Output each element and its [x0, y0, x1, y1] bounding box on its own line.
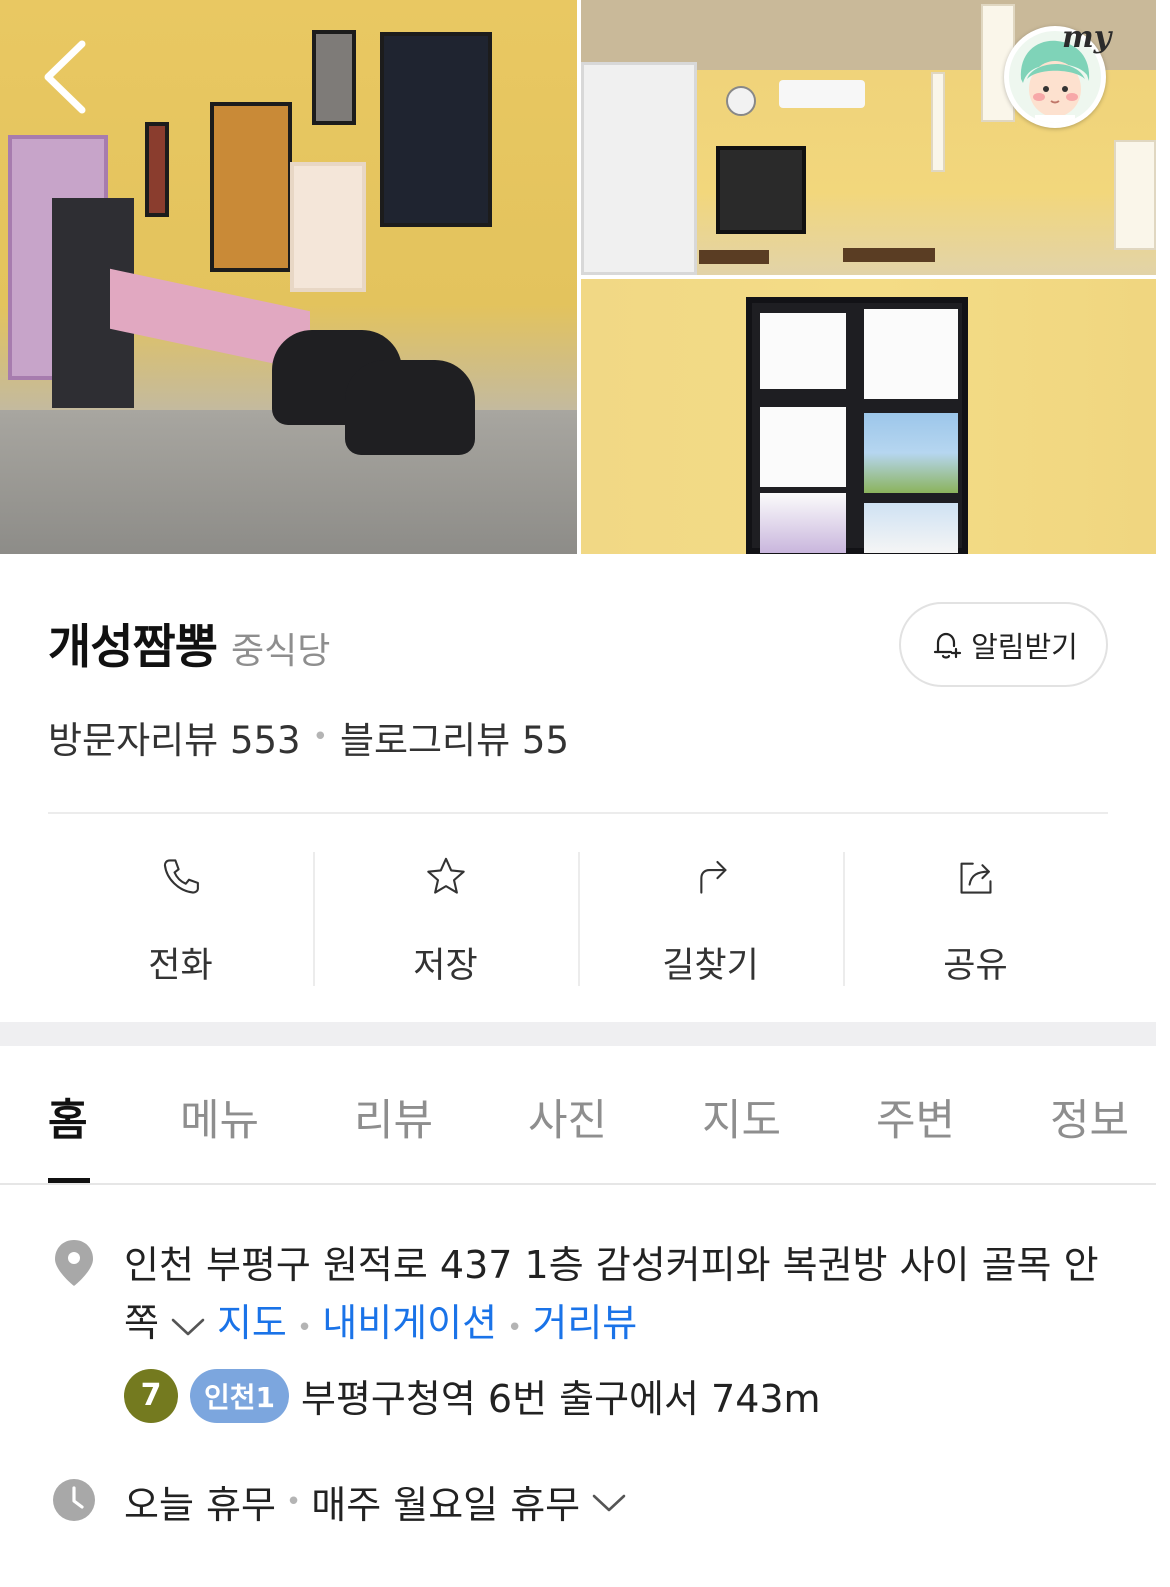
share-label: 공유	[943, 946, 1008, 986]
action-bar: 전화 저장 길찾기 공유	[48, 848, 1108, 988]
tab-photos[interactable]: 사진	[528, 1086, 607, 1148]
clock-icon	[52, 1478, 96, 1526]
photo-pane	[864, 503, 958, 553]
subway-distance: 부평구청역 6번 출구에서 743m	[301, 1377, 821, 1421]
divider	[0, 1183, 1156, 1185]
photo-painting	[312, 30, 356, 125]
visitor-review-count[interactable]: 방문자리뷰 553	[48, 710, 301, 764]
photo-floor	[0, 410, 577, 554]
call-button[interactable]: 전화	[48, 848, 313, 988]
window-photo[interactable]	[581, 279, 1156, 554]
photo-painting	[210, 102, 292, 272]
photo-table	[843, 248, 935, 262]
photo-table	[699, 250, 769, 264]
regular-closing: 매주 월요일 휴무	[311, 1483, 581, 1527]
photo-clock	[726, 86, 756, 116]
directions-icon	[699, 860, 727, 894]
separator-dot: •	[285, 1486, 302, 1517]
today-status: 오늘 휴무	[124, 1483, 276, 1527]
line-7-badge: 7	[124, 1368, 178, 1423]
address-block: 인천 부평구 원적로 437 1층 감성커피와 복권방 사이 골목 안쪽 지도 • 내…	[124, 1236, 1114, 1357]
business-hours[interactable]: 오늘 휴무 • 매주 월요일 휴무	[124, 1474, 638, 1529]
location-pin-icon	[52, 1238, 96, 1292]
my-label: my	[1062, 20, 1112, 55]
tab-map[interactable]: 지도	[702, 1086, 781, 1148]
star-icon	[426, 857, 465, 894]
tab-menu[interactable]: 메뉴	[180, 1086, 259, 1148]
photo-pane	[760, 493, 846, 553]
place-title: 개성짬뽕 중식당	[48, 608, 330, 677]
tab-info[interactable]: 정보	[1050, 1086, 1129, 1148]
chevron-left-icon	[44, 40, 86, 114]
navigation-link[interactable]: 내비게이션	[322, 1301, 497, 1345]
separator-dot: •	[507, 1313, 523, 1343]
place-category: 중식당	[230, 631, 331, 672]
tab-bar: 홈 메뉴 리뷰 사진 지도 주변 정보	[0, 1046, 1156, 1186]
photo-painting	[145, 122, 169, 217]
photo-chair	[345, 360, 475, 455]
photo-painting	[290, 162, 366, 292]
bell-plus-icon	[934, 632, 962, 659]
save-button[interactable]: 저장	[313, 848, 578, 988]
street-view-link[interactable]: 거리뷰	[532, 1301, 637, 1345]
photo-poster	[931, 72, 945, 172]
save-label: 저장	[413, 946, 478, 986]
chevron-down-icon[interactable]	[169, 1314, 207, 1338]
photo-gallery: my	[0, 0, 1170, 554]
review-summary: 방문자리뷰 553 • 블로그리뷰 55	[48, 710, 569, 764]
place-name: 개성짬뽕	[48, 620, 218, 675]
incheon1-badge: 인천1	[190, 1368, 290, 1423]
section-separator	[0, 1022, 1156, 1046]
separator-dot: •	[296, 1313, 313, 1343]
photo-poster	[1114, 140, 1156, 250]
divider	[48, 812, 1108, 814]
photo-pane	[760, 313, 846, 389]
alert-button[interactable]: 알림받기	[899, 602, 1108, 687]
photo-painting	[380, 32, 492, 227]
back-button[interactable]	[36, 38, 100, 116]
subway-info: 7 인천1 부평구청역 6번 출구에서 743m	[124, 1368, 821, 1423]
map-link[interactable]: 지도	[217, 1301, 287, 1345]
photo-window	[716, 146, 806, 234]
my-page-button[interactable]: my	[1004, 20, 1116, 128]
directions-label: 길찾기	[662, 946, 759, 986]
chevron-down-icon[interactable]	[590, 1490, 628, 1514]
photo-pane	[864, 413, 958, 493]
blog-review-count[interactable]: 블로그리뷰 55	[340, 710, 569, 764]
share-icon	[959, 862, 992, 894]
tab-reviews[interactable]: 리뷰	[354, 1086, 433, 1148]
tab-nearby[interactable]: 주변	[876, 1086, 955, 1148]
photo-painted-window	[746, 297, 968, 554]
photo-air-conditioner	[779, 80, 865, 108]
photo-pane	[864, 309, 958, 399]
separator-dot: •	[312, 722, 328, 752]
alert-button-label: 알림받기	[971, 629, 1078, 664]
share-button[interactable]: 공유	[843, 848, 1108, 988]
tab-home[interactable]: 홈	[48, 1086, 88, 1148]
photo-fridge	[581, 62, 697, 275]
photo-pane	[760, 407, 846, 487]
call-label: 전화	[148, 946, 213, 986]
directions-button[interactable]: 길찾기	[578, 848, 843, 988]
phone-icon	[163, 859, 199, 894]
